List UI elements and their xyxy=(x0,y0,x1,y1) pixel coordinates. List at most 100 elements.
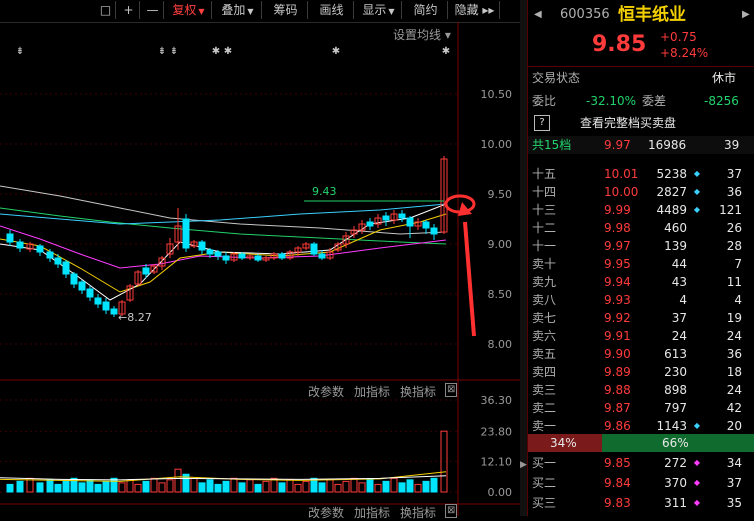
candle-body xyxy=(214,251,222,257)
square-icon[interactable]: □ xyxy=(96,1,116,19)
add-indicator-button[interactable]: 加指标 xyxy=(354,383,390,400)
buy-level-row[interactable]: 买一 9.85 272 34 ◆ xyxy=(528,454,754,472)
level-label: 买三 xyxy=(532,496,557,510)
draw-line-button[interactable]: 画线 xyxy=(310,1,354,19)
level-volume: 24 xyxy=(671,329,687,343)
ma-settings-button[interactable]: 设置均线 ▾ xyxy=(393,26,451,43)
level-label: 卖一 xyxy=(532,419,557,433)
volume-bar xyxy=(62,480,70,493)
event-marker-icon: ✱ xyxy=(224,46,232,57)
switch-indicator-button-2[interactable]: 换指标 xyxy=(400,504,436,521)
prev-stock-icon[interactable]: ◀ xyxy=(534,4,542,26)
sell-level-row[interactable]: 十二 9.98 460 26 xyxy=(528,219,754,237)
panel-splitter[interactable]: ▶ xyxy=(520,0,527,516)
candle-body xyxy=(182,218,190,249)
level-label: 十二 xyxy=(532,221,557,235)
sell-level-row[interactable]: 卖二 9.87 797 42 xyxy=(528,399,754,417)
sell-level-row[interactable]: 十三 9.99 4489 121 ◆ xyxy=(528,201,754,219)
low-price-label: ←8.27 xyxy=(118,311,152,324)
next-stock-icon[interactable]: ▶ xyxy=(742,4,750,26)
level-price: 9.91 xyxy=(604,329,631,343)
simple-mode-button[interactable]: 简约 xyxy=(404,1,448,19)
volume-bar xyxy=(174,468,182,493)
full-book-link[interactable]: 查看完整档买卖盘 xyxy=(580,114,676,132)
sell-level-row[interactable]: 卖十 9.95 44 7 xyxy=(528,255,754,273)
volume-bar xyxy=(126,479,134,493)
level-label: 卖二 xyxy=(532,401,557,415)
sell-level-row[interactable]: 十一 9.97 139 28 xyxy=(528,237,754,255)
sell-level-row[interactable]: 卖五 9.90 613 36 xyxy=(528,345,754,363)
level-label: 卖七 xyxy=(532,311,557,325)
edit-params-button-2[interactable]: 改参数 xyxy=(308,504,344,521)
volume-bar xyxy=(390,477,398,493)
candle-body xyxy=(366,221,374,227)
volume-bar xyxy=(334,483,342,493)
full-book-row[interactable]: ? 查看完整档买卖盘 xyxy=(528,114,754,132)
volume-bar xyxy=(326,479,334,493)
volume-bar xyxy=(110,477,118,493)
moving-average-lines xyxy=(0,185,447,301)
level-label: 十一 xyxy=(532,239,557,253)
adjust-rights-button[interactable]: 复权 ▼ xyxy=(166,1,212,19)
sell-level-row[interactable]: 卖九 9.94 43 11 xyxy=(528,273,754,291)
buy-level-row[interactable]: 买二 9.84 370 37 ◆ xyxy=(528,474,754,492)
quote-panel: ◀ 600356 恒丰纸业 ▶ 9.85 +0.75 +8.24% 交易状态 休… xyxy=(527,0,754,516)
annotations: 9.43 ←8.27 xyxy=(118,185,476,337)
sell-level-row[interactable]: 卖八 9.93 4 4 xyxy=(528,291,754,309)
edit-params-button[interactable]: 改参数 xyxy=(308,383,344,400)
zoom-in-button[interactable]: + xyxy=(118,1,140,19)
sell-level-row[interactable]: 卖四 9.89 230 18 xyxy=(528,363,754,381)
price-tick-label: 9.50 xyxy=(488,188,513,201)
add-indicator-button-2[interactable]: 加指标 xyxy=(354,504,390,521)
overlay-button[interactable]: 叠加 ▼ xyxy=(214,1,262,19)
sell-level-row[interactable]: 卖三 9.88 898 24 xyxy=(528,381,754,399)
question-icon[interactable]: ? xyxy=(534,115,550,131)
level-orders: 36 xyxy=(726,347,742,361)
candle-body xyxy=(16,241,24,249)
candle-body xyxy=(62,261,70,275)
level-orders: 18 xyxy=(726,365,742,379)
total-levels-row: 共15档 9.97 16986 39 xyxy=(528,136,754,154)
level-price: 9.86 xyxy=(604,419,631,433)
zoom-out-button[interactable]: — xyxy=(142,1,164,19)
stock-code: 600356 xyxy=(560,7,610,22)
volume-tick-label: 0.00 xyxy=(488,486,513,499)
ma60-line xyxy=(0,207,447,245)
level-volume: 44 xyxy=(671,257,687,271)
ma-cyan-line xyxy=(0,203,447,225)
chart-area[interactable]: ⇟ ⇟ ⇟ ✱ ✱ ✱ ✱ 9.43 ←8.27 10.50 10.00 9.50 9.00 8.50… xyxy=(0,22,520,520)
volume-bar xyxy=(214,483,222,493)
volume-bar xyxy=(350,477,358,493)
level-price: 9.90 xyxy=(604,347,631,361)
close-pane-icon[interactable]: ⊠ xyxy=(445,383,458,397)
candle-body xyxy=(142,267,150,275)
volume-bar xyxy=(94,483,102,493)
level-price: 9.88 xyxy=(604,383,631,397)
volume-bar xyxy=(302,480,310,493)
switch-indicator-button[interactable]: 换指标 xyxy=(400,383,436,400)
sell-ratio-text: 66% xyxy=(662,436,689,450)
chips-button[interactable]: 筹码 xyxy=(264,1,308,19)
chart-toolbar: □ + — 复权 ▼ 叠加 ▼ 筹码 画线 显示 ▼ 简约 隐藏 ▸▸ xyxy=(0,0,520,23)
sell-level-row[interactable]: 卖一 9.86 1143 20 ◆ xyxy=(528,417,754,435)
sell-level-row[interactable]: 卖七 9.92 37 19 xyxy=(528,309,754,327)
display-button[interactable]: 显示 ▼ xyxy=(356,1,402,19)
volume-bar xyxy=(16,480,24,493)
level-price: 9.98 xyxy=(604,221,631,235)
candle-body xyxy=(222,255,230,261)
sell-level-row[interactable]: 十五 10.01 5238 37 ◆ xyxy=(528,165,754,183)
sell-level-row[interactable]: 卖六 9.91 24 24 xyxy=(528,327,754,345)
collapse-arrow-icon[interactable]: ▶ xyxy=(520,460,527,470)
level-volume: 4489 xyxy=(656,203,687,217)
level-volume: 1143 xyxy=(656,419,687,433)
volume-bar xyxy=(382,480,390,493)
level-label: 十五 xyxy=(532,167,557,181)
candle-body xyxy=(94,297,102,305)
volume-bar xyxy=(358,482,366,493)
sell-level-row[interactable]: 十四 10.00 2827 36 ◆ xyxy=(528,183,754,201)
hide-button[interactable]: 隐藏 ▸▸ xyxy=(450,1,500,19)
buy-level-row[interactable]: 买三 9.83 311 35 ◆ xyxy=(528,494,754,512)
volume-bar xyxy=(430,477,438,493)
level-orders: 37 xyxy=(726,476,742,490)
volume-bar xyxy=(36,482,44,493)
